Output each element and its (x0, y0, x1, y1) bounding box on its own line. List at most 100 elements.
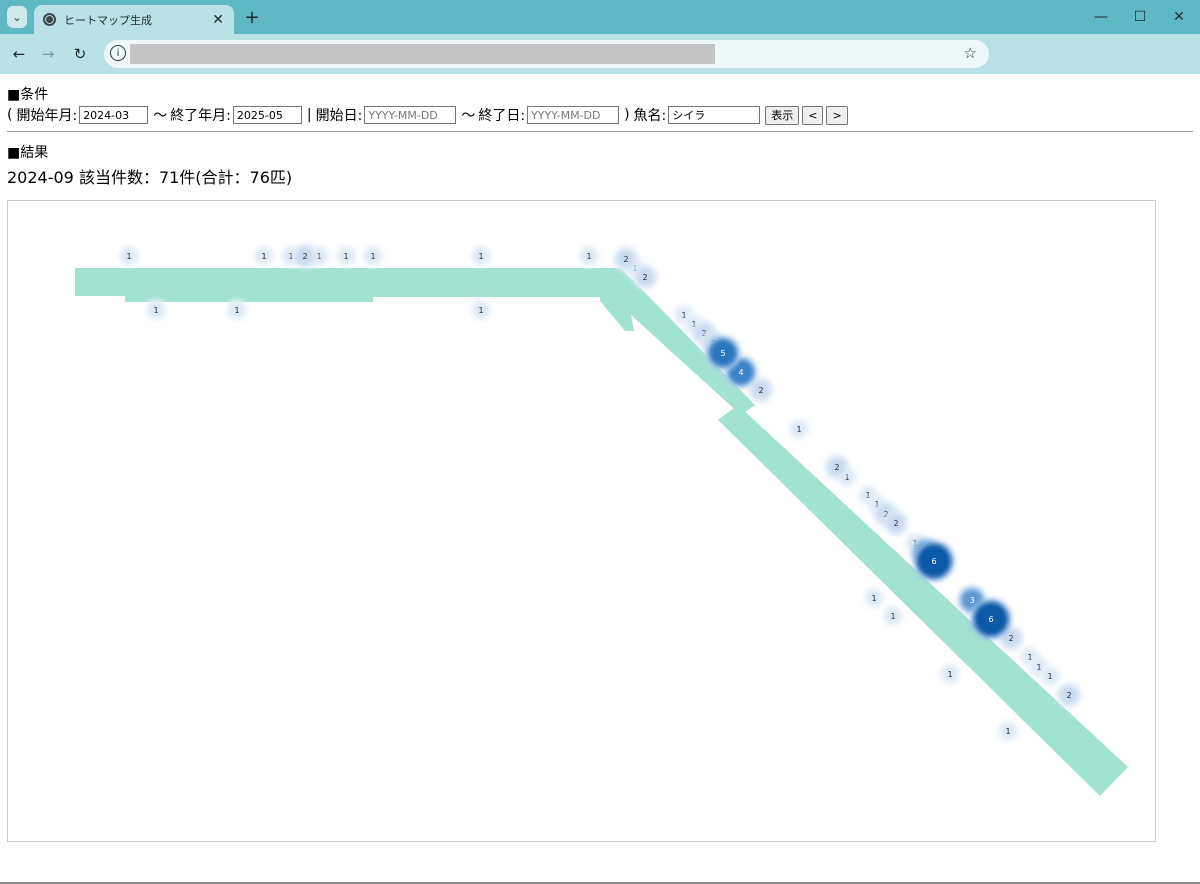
new-tab-button[interactable]: + (242, 6, 262, 28)
heat-point: 2 (824, 454, 850, 480)
heat-point-count: 2 (302, 252, 307, 261)
maximize-button[interactable]: ☐ (1122, 6, 1158, 28)
heat-point-count: 5 (720, 349, 725, 358)
heat-point: 1 (997, 720, 1019, 742)
heat-point: 1 (470, 299, 492, 321)
heat-point: 1 (145, 299, 167, 321)
heat-point: 2 (883, 510, 909, 536)
heat-point-count: 2 (1066, 691, 1071, 700)
heat-point-count: 1 (153, 306, 158, 315)
results-heading: ■結果 (7, 145, 49, 161)
heatmap-svg: 1111111111111111111111111112222222222233… (75, 243, 1128, 796)
heat-point: 6 (970, 598, 1012, 640)
pier-diagonal-lower (718, 405, 1128, 796)
end-date-input[interactable] (527, 106, 620, 124)
heat-point-count: 1 (478, 252, 483, 261)
minimize-button[interactable]: — (1083, 6, 1119, 28)
heat-point-count: 1 (478, 306, 483, 315)
tab-heatmap[interactable]: ヒートマップ生成 ✕ (34, 5, 234, 34)
reload-button[interactable]: ↻ (70, 44, 90, 64)
close-paren: ) (624, 107, 630, 123)
open-paren: ( (7, 107, 13, 123)
heat-point: 1 (362, 245, 384, 267)
heat-point-count: 6 (931, 557, 936, 566)
close-window-button[interactable]: ✕ (1161, 6, 1197, 28)
chevron-down-icon: ⌄ (12, 10, 22, 24)
heat-point-count: 1 (1047, 672, 1052, 681)
heat-point: 5 (705, 335, 741, 371)
heat-point: 6 (913, 540, 955, 582)
close-tab-icon[interactable]: ✕ (212, 12, 224, 28)
heat-point-count: 2 (893, 519, 898, 528)
tab-strip: ⌄ ヒートマップ生成 ✕ + — ☐ ✕ (0, 0, 1200, 34)
heat-point: 1 (118, 245, 140, 267)
end-month-input[interactable] (232, 106, 302, 124)
forward-button[interactable]: → (38, 44, 58, 64)
heat-point-count: 3 (969, 596, 974, 605)
heat-point-count: 1 (343, 252, 348, 261)
page-content: ■条件 ( 開始年月: 〜 終了年月: | 開始日: 〜 終了日: ) 魚名: … (0, 74, 1200, 884)
heat-point-count: 1 (126, 252, 131, 261)
heat-point: 1 (788, 418, 810, 440)
heat-point-count: 2 (1008, 634, 1013, 643)
tilde-2: 〜 (461, 108, 476, 124)
heat-point: 1 (253, 245, 275, 267)
heat-point-count: 1 (890, 612, 895, 621)
separator: | (306, 107, 312, 123)
heat-point-count: 2 (758, 386, 763, 395)
heat-point: 1 (863, 587, 885, 609)
bookmark-star-icon[interactable]: ☆ (964, 44, 977, 62)
pier-shape (75, 268, 1128, 796)
globe-icon (43, 13, 56, 26)
heat-point-count: 4 (738, 368, 743, 377)
heat-point: 1 (939, 663, 961, 685)
start-month-label: 開始年月: (16, 108, 78, 124)
heat-point: 1 (470, 245, 492, 267)
heat-point: 2 (292, 243, 318, 269)
heat-point-count: 2 (623, 255, 628, 264)
heat-point-count: 6 (988, 615, 993, 624)
heat-point-count: 1 (947, 670, 952, 679)
heat-points: 1111111111111111111111111112222222222233… (118, 243, 1082, 742)
conditions-form: ( 開始年月: 〜 終了年月: | 開始日: 〜 終了日: ) 魚名: 表示 <… (7, 105, 848, 125)
heat-point: 1 (335, 245, 357, 267)
heat-point-count: 2 (834, 463, 839, 472)
heat-point: 2 (632, 264, 658, 290)
end-month-label: 終了年月: (170, 108, 231, 124)
next-month-button[interactable]: > (826, 105, 848, 125)
heat-point-count: 1 (234, 306, 239, 315)
heat-point-count: 2 (642, 273, 647, 282)
address-bar[interactable]: i ☆ (104, 40, 989, 68)
heat-point: 1 (578, 245, 600, 267)
start-month-input[interactable] (79, 106, 149, 124)
prev-month-button[interactable]: < (802, 105, 824, 125)
heat-point-count: 1 (370, 252, 375, 261)
pier-horizontal (75, 268, 613, 302)
heatmap-canvas[interactable]: 1111111111111111111111111112222222222233… (7, 200, 1156, 842)
start-date-input[interactable] (364, 106, 457, 124)
heat-point-count: 1 (586, 252, 591, 261)
browser-toolbar: ← → ↻ i ☆ (0, 34, 1200, 74)
heat-point: 2 (613, 246, 639, 272)
start-date-label: 開始日: (315, 108, 363, 124)
url-redacted[interactable] (130, 44, 715, 64)
tab-title: ヒートマップ生成 (64, 13, 152, 27)
heat-point-count: 1 (796, 425, 801, 434)
site-info-icon[interactable]: i (110, 45, 126, 61)
fish-name-input[interactable] (668, 106, 761, 124)
heat-point: 1 (882, 605, 904, 627)
divider (7, 131, 1193, 132)
heat-point: 1 (226, 299, 248, 321)
result-summary: 2024-09 該当件数：71件(合計：76匹) (7, 168, 293, 187)
fish-name-label: 魚名: (633, 108, 667, 124)
heat-point-count: 1 (261, 252, 266, 261)
back-button[interactable]: ← (9, 44, 29, 64)
heat-point-count: 1 (1005, 727, 1010, 736)
conditions-heading: ■条件 (7, 87, 49, 103)
heat-point: 1 (1039, 665, 1061, 687)
end-date-label: 終了日: (478, 108, 526, 124)
heat-point-count: 1 (871, 594, 876, 603)
heat-point: 2 (1056, 682, 1082, 708)
tab-search-button[interactable]: ⌄ (7, 6, 27, 28)
show-button[interactable]: 表示 (765, 105, 800, 125)
